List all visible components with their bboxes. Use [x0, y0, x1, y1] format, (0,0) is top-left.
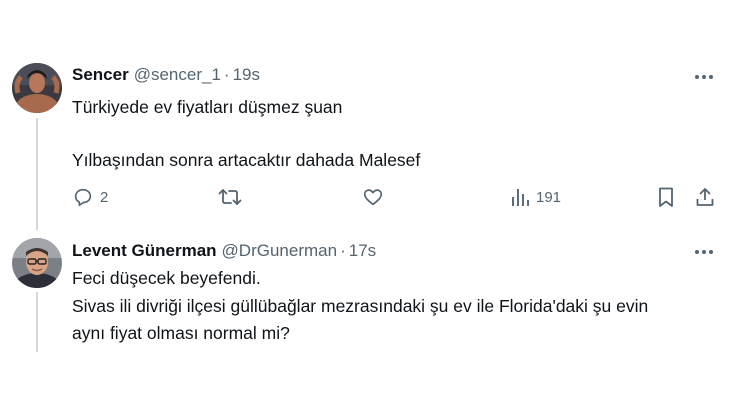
tweet-text-line: Türkiyede ev fiyatları düşmez şuan: [72, 97, 343, 117]
share-icon: [696, 188, 714, 206]
timestamp[interactable]: 19s: [233, 65, 260, 85]
user-handle[interactable]: @sencer_1: [134, 65, 221, 85]
user-handle[interactable]: @DrGunerman: [222, 241, 338, 261]
more-options-button[interactable]: [692, 68, 716, 86]
views-button[interactable]: 191: [510, 186, 561, 208]
reply-count: 2: [100, 188, 109, 206]
separator-dot: ·: [340, 241, 346, 260]
display-name[interactable]: Sencer: [72, 65, 129, 85]
avatar[interactable]: [12, 63, 62, 113]
tweet-header: Levent Günerman @DrGunerman · 17s: [72, 241, 376, 261]
tweet-text-line: aynı fiyat olması normal mi?: [72, 323, 290, 343]
display-name[interactable]: Levent Günerman: [72, 241, 217, 261]
reply-button[interactable]: 2: [72, 186, 108, 208]
avatar[interactable]: [12, 238, 62, 288]
like-button[interactable]: [362, 186, 390, 208]
timestamp[interactable]: 17s: [349, 241, 376, 261]
reply-icon: [74, 188, 92, 207]
views-icon: [512, 189, 529, 206]
more-icon: [695, 75, 713, 79]
share-button[interactable]: [694, 186, 716, 208]
tweet-header: Sencer @sencer_1 · 19s: [72, 65, 260, 85]
user-photo-icon: [12, 238, 62, 288]
tweet-text-line: Feci düşecek beyefendi.: [72, 268, 261, 288]
thread-line: [36, 292, 38, 352]
views-count: 191: [536, 188, 562, 206]
thread-line: [36, 118, 38, 230]
like-icon: [363, 189, 383, 206]
tweet-text-line: Sivas ili divriği ilçesi güllübağlar mez…: [72, 296, 649, 316]
more-options-button[interactable]: [692, 243, 716, 261]
tweet-text-line: Yılbaşından sonra artacaktır dahada Male…: [72, 150, 421, 170]
retweet-icon: [218, 189, 242, 205]
bookmark-button[interactable]: [656, 186, 676, 208]
timeline: Sencer @sencer_1 · 19s Türkiyede ev fiya…: [0, 0, 730, 420]
user-photo-icon: [12, 63, 62, 113]
retweet-button[interactable]: [218, 186, 248, 208]
more-icon: [695, 250, 713, 254]
separator-dot: ·: [223, 65, 230, 84]
bookmark-icon: [659, 187, 673, 207]
